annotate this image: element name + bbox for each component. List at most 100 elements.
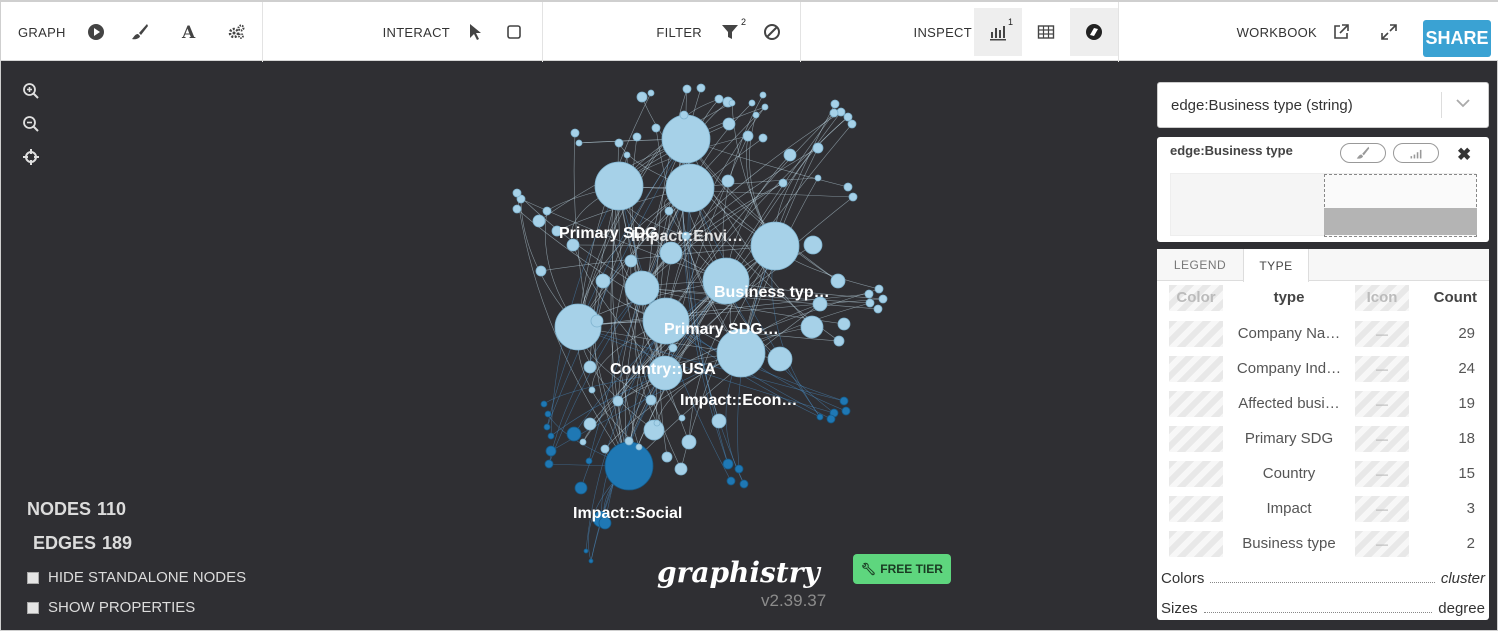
graph-node[interactable]	[750, 221, 800, 271]
fullscreen-button[interactable]	[1365, 8, 1413, 56]
graph-node[interactable]	[865, 298, 875, 308]
graph-node[interactable]	[668, 343, 678, 353]
graph-node[interactable]	[664, 206, 674, 216]
graph-node[interactable]	[761, 103, 769, 111]
row-icon[interactable]: —	[1355, 356, 1409, 382]
graph-node[interactable]	[873, 304, 883, 314]
graph-node[interactable]	[722, 117, 736, 131]
graph-node[interactable]	[714, 94, 724, 104]
graph-node[interactable]	[532, 214, 546, 228]
graph-node[interactable]	[826, 414, 836, 424]
graph-node[interactable]	[583, 417, 597, 431]
graph-node[interactable]	[579, 438, 587, 446]
table-row[interactable]: Company Ind… — 24	[1169, 354, 1481, 384]
graph-node[interactable]	[632, 132, 642, 142]
graph-node[interactable]	[665, 163, 715, 213]
color-swatch[interactable]	[1169, 461, 1223, 487]
graph-node[interactable]	[752, 111, 760, 119]
graph-node[interactable]	[681, 434, 697, 450]
graph-node[interactable]	[803, 235, 823, 255]
graph-node[interactable]	[651, 123, 661, 133]
graph-canvas[interactable]: Primary SDG Impact::Envi… Business typ… …	[491, 71, 911, 571]
brush-button[interactable]	[116, 8, 164, 56]
column-header-color[interactable]: Color	[1169, 285, 1223, 311]
table-row[interactable]: Impact — 3	[1169, 494, 1481, 524]
graph-node[interactable]	[848, 192, 858, 202]
graph-node[interactable]	[682, 84, 692, 94]
graph-node[interactable]	[585, 457, 593, 465]
graph-node[interactable]	[711, 413, 727, 429]
graph-node[interactable]	[767, 346, 793, 372]
table-row[interactable]: Company Na… — 29	[1169, 319, 1481, 349]
column-header-count[interactable]: Count	[1415, 289, 1477, 306]
graph-node[interactable]	[814, 174, 822, 182]
timebar-button[interactable]	[1070, 8, 1118, 56]
graph-node[interactable]	[721, 174, 735, 188]
graph-node[interactable]	[661, 114, 711, 164]
graph-node[interactable]	[574, 481, 588, 495]
row-icon[interactable]: —	[1355, 391, 1409, 417]
close-icon[interactable]: ✖	[1457, 145, 1471, 165]
font-button[interactable]: A	[164, 8, 212, 56]
graph-node[interactable]	[739, 479, 749, 489]
pointer-button[interactable]	[460, 8, 490, 56]
graph-node[interactable]	[734, 464, 744, 474]
graph-node[interactable]	[535, 265, 547, 277]
show-properties-option[interactable]: SHOW PROPERTIES	[27, 599, 195, 616]
row-icon[interactable]: —	[1355, 321, 1409, 347]
graph-node[interactable]	[728, 99, 736, 107]
graph-node[interactable]	[674, 462, 688, 476]
graph-node[interactable]	[829, 108, 839, 118]
graph-node[interactable]	[570, 128, 580, 138]
graph-node[interactable]	[742, 130, 754, 142]
graph-node[interactable]	[600, 444, 610, 454]
graph-node[interactable]	[624, 270, 660, 306]
tab-type[interactable]: TYPE	[1243, 249, 1309, 282]
chevron-down-icon[interactable]	[1454, 94, 1488, 117]
graph-node[interactable]	[659, 241, 683, 265]
graph-node[interactable]	[816, 413, 824, 421]
graph-node[interactable]	[864, 289, 874, 299]
graph-node[interactable]	[554, 303, 602, 351]
graph-node[interactable]	[624, 436, 634, 446]
tab-legend[interactable]: LEGEND	[1157, 249, 1243, 281]
center-graph-button[interactable]	[21, 147, 41, 167]
graph-node[interactable]	[544, 410, 552, 418]
graph-node[interactable]	[696, 83, 706, 93]
graph-node[interactable]	[830, 99, 840, 109]
histogram-bar[interactable]	[1324, 208, 1477, 235]
color-swatch[interactable]	[1169, 356, 1223, 382]
graph-node[interactable]	[679, 110, 689, 120]
graph-node[interactable]	[843, 182, 853, 192]
free-tier-badge[interactable]: 🔧︎ FREE TIER	[853, 554, 951, 584]
graph-node[interactable]	[661, 451, 673, 463]
graph-node[interactable]	[847, 119, 857, 129]
histogram-plot[interactable]	[1170, 173, 1477, 237]
sizes-encoding[interactable]: Sizes degree	[1161, 597, 1485, 617]
table-row[interactable]: Business type — 2	[1169, 529, 1481, 559]
graph-node[interactable]	[812, 142, 824, 154]
graph-node[interactable]	[594, 161, 644, 211]
graph-node[interactable]	[833, 335, 845, 347]
filter-button[interactable]: 2	[712, 8, 748, 56]
play-button[interactable]	[76, 8, 116, 56]
share-button[interactable]: SHARE	[1423, 20, 1491, 57]
colors-encoding[interactable]: Colors cluster	[1161, 567, 1485, 587]
graph-node[interactable]	[783, 148, 797, 162]
graph-node[interactable]	[647, 89, 655, 97]
graph-node[interactable]	[512, 204, 522, 214]
graph-node[interactable]	[839, 396, 849, 406]
graph-node[interactable]	[612, 395, 624, 407]
graph-node[interactable]	[645, 394, 657, 406]
zoom-in-button[interactable]	[21, 81, 41, 101]
graph-node[interactable]	[545, 445, 557, 457]
external-link-button[interactable]	[1317, 8, 1365, 56]
row-icon[interactable]: —	[1355, 461, 1409, 487]
row-icon[interactable]: —	[1355, 531, 1409, 557]
size-encode-toggle[interactable]	[1393, 143, 1439, 163]
graph-node[interactable]	[874, 284, 884, 294]
graph-node[interactable]	[636, 91, 648, 103]
graph-node[interactable]	[543, 423, 551, 431]
graph-node[interactable]	[800, 315, 824, 339]
graph-node[interactable]	[512, 188, 522, 198]
